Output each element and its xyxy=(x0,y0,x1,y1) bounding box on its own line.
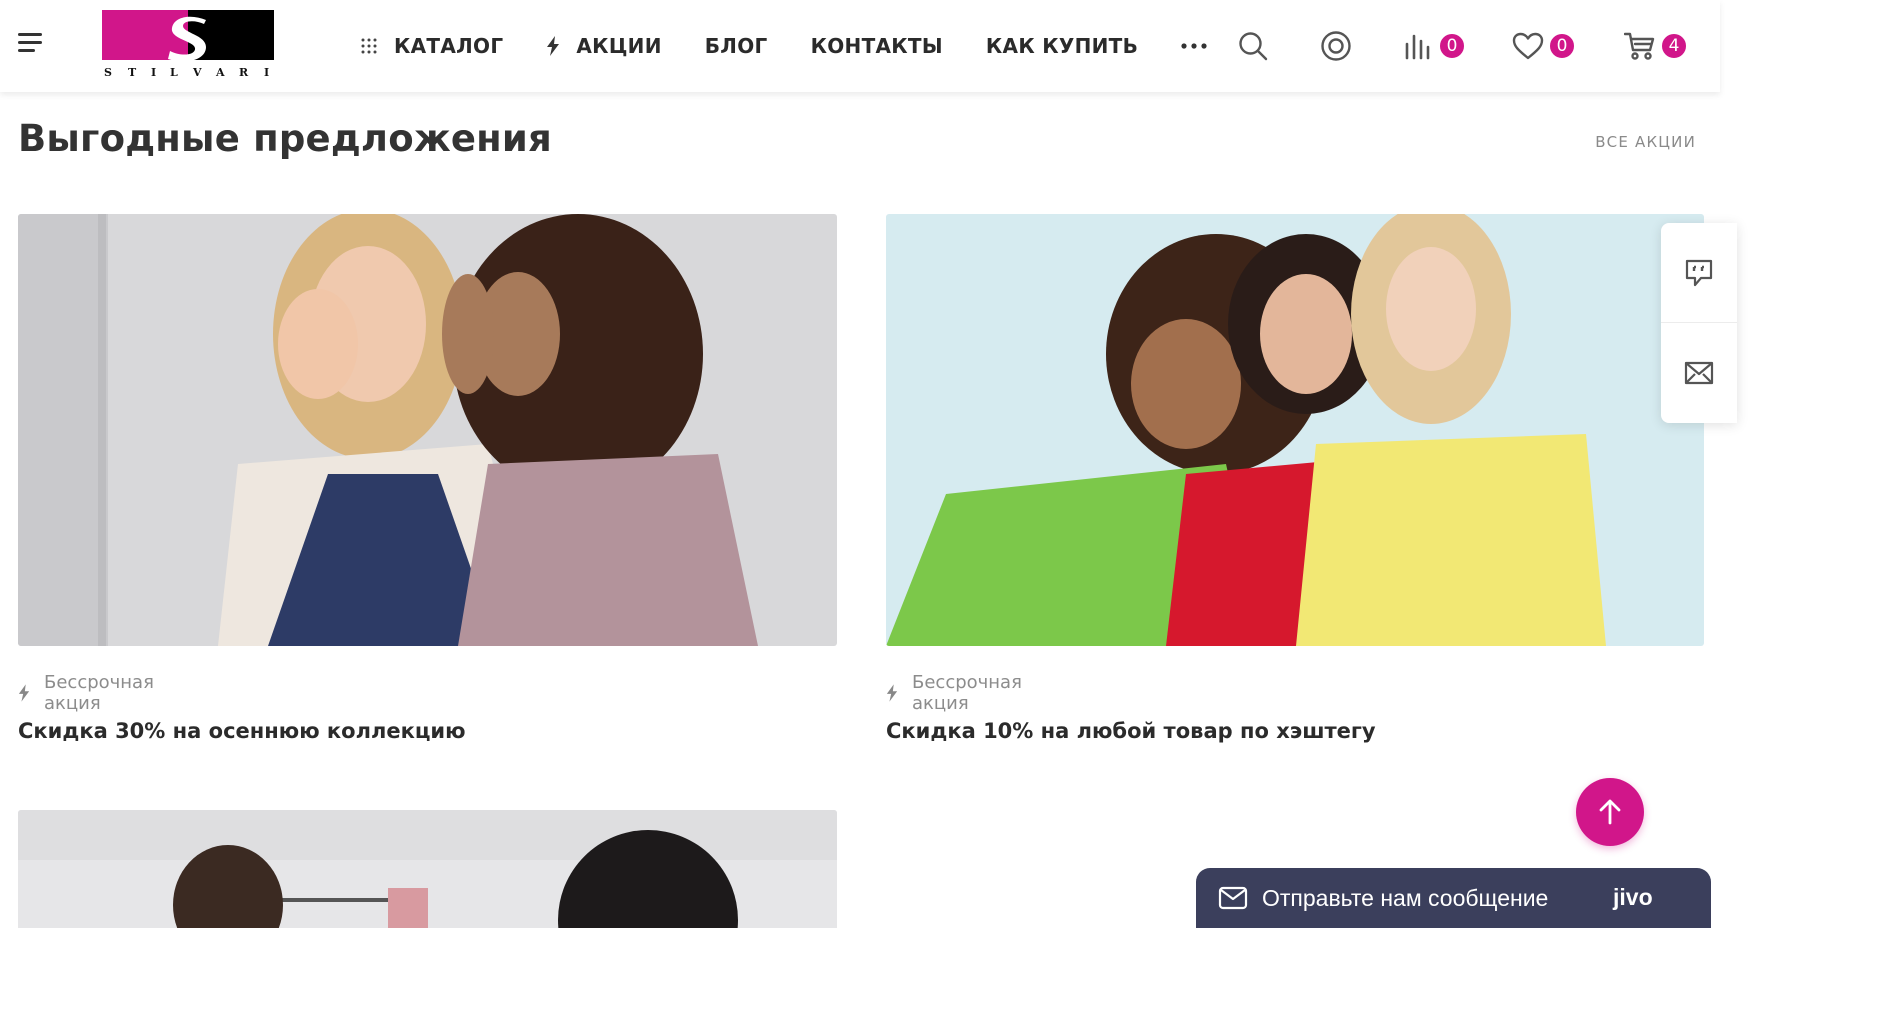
side-contact-widget xyxy=(1661,223,1737,423)
svg-text:L: L xyxy=(170,66,178,79)
nav-promotions-label: АКЦИИ xyxy=(576,34,662,58)
svg-text:V: V xyxy=(192,66,202,79)
svg-text:I: I xyxy=(151,66,156,79)
lightning-icon xyxy=(886,684,898,702)
svg-text:S: S xyxy=(104,66,112,79)
promo-image-autumn[interactable] xyxy=(18,214,837,646)
svg-text:A: A xyxy=(215,66,225,79)
search-icon[interactable] xyxy=(1238,31,1268,61)
site-header: STI LVA RI КАТАЛОГ АКЦИИ БЛОГ КОНТАКТЫ К… xyxy=(0,0,1720,92)
promo-image-hashtag[interactable] xyxy=(886,214,1704,646)
svg-text:T: T xyxy=(128,66,137,79)
svg-text:R: R xyxy=(239,66,249,79)
nav-catalog[interactable]: КАТАЛОГ xyxy=(360,34,503,58)
chat-bubble-icon[interactable] xyxy=(1661,223,1737,323)
all-promotions-link[interactable]: ВСЕ АКЦИИ xyxy=(1590,133,1696,151)
nav-blog-label: БЛОГ xyxy=(704,34,768,58)
section-title: Выгодные предложения xyxy=(18,117,552,160)
envelope-icon xyxy=(1218,886,1248,910)
cart-button[interactable]: 4 xyxy=(1624,31,1688,61)
compare-count-badge: 0 xyxy=(1438,32,1466,60)
compare-bars-icon xyxy=(1405,34,1430,60)
envelope-icon[interactable] xyxy=(1661,323,1737,423)
promo-title-hashtag[interactable]: Скидка 10% на любой товар по хэштегу xyxy=(886,719,1376,743)
grid-dots-icon xyxy=(360,37,378,55)
nav-how-to-buy[interactable]: КАК КУПИТЬ xyxy=(986,34,1138,58)
jivo-logo: jivo xyxy=(1613,884,1653,910)
lightning-icon xyxy=(546,36,560,56)
nav-blog[interactable]: БЛОГ xyxy=(705,34,768,58)
promo-meta-autumn: Бессрочная акция xyxy=(18,672,154,714)
lightning-icon xyxy=(18,684,30,702)
page: STI LVA RI КАТАЛОГ АКЦИИ БЛОГ КОНТАКТЫ К… xyxy=(0,0,1884,1028)
header-icons: 0 0 4 xyxy=(1238,0,1688,92)
jivo-chat-button[interactable]: Отправьте нам сообщение jivo xyxy=(1196,868,1711,928)
nav-catalog-label: КАТАЛОГ xyxy=(394,34,504,58)
more-dots-icon[interactable] xyxy=(1181,43,1207,49)
nav-contacts[interactable]: КОНТАКТЫ xyxy=(811,34,943,58)
compare-button[interactable]: 0 xyxy=(1404,32,1466,60)
promo-image-third[interactable] xyxy=(18,810,837,928)
nav-how-to-buy-label: КАК КУПИТЬ xyxy=(985,34,1139,58)
scroll-top-button[interactable] xyxy=(1576,778,1644,846)
arrow-up-icon xyxy=(1599,799,1621,825)
promo-meta-text: Бессрочная акция xyxy=(912,672,1022,714)
cart-icon xyxy=(1624,32,1655,60)
promo-title-autumn[interactable]: Скидка 30% на осеннюю коллекцию xyxy=(18,719,466,743)
user-circle-icon[interactable] xyxy=(1320,30,1352,62)
cart-count-badge: 4 xyxy=(1660,32,1688,60)
jivo-message: Отправьте нам сообщение xyxy=(1262,884,1549,911)
nav-contacts-label: КОНТАКТЫ xyxy=(810,34,943,58)
nav-promotions[interactable]: АКЦИИ xyxy=(546,34,661,58)
promo-meta-hashtag: Бессрочная акция xyxy=(886,672,1022,714)
favorites-count-badge: 0 xyxy=(1548,32,1576,60)
viewport-bottom-blank xyxy=(0,928,1884,1028)
favorites-button[interactable]: 0 xyxy=(1512,32,1576,60)
promo-meta-text: Бессрочная акция xyxy=(44,672,154,714)
hamburger-icon[interactable] xyxy=(18,33,42,53)
svg-text:I: I xyxy=(264,66,269,79)
main-nav: КАТАЛОГ АКЦИИ БЛОГ КОНТАКТЫ КАК КУПИТЬ xyxy=(360,0,1250,92)
heart-icon xyxy=(1512,32,1544,60)
stilvari-logo[interactable]: S T I L VA R I xyxy=(102,10,274,82)
